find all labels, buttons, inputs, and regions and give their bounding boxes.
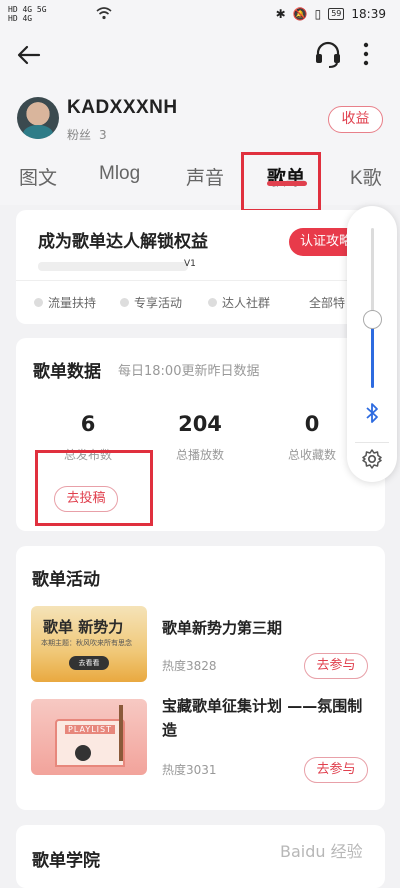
feature-item[interactable]: 专享活动 — [120, 294, 182, 311]
volume-panel — [347, 206, 397, 482]
top-bar — [0, 30, 400, 85]
avatar[interactable] — [17, 97, 59, 139]
join-button[interactable]: 去参与 — [304, 653, 368, 679]
activity-heat: 热度3828 — [162, 659, 217, 673]
activities-card: 歌单活动 歌单 新势力 本期主题：秋风吹来所有思念 去看看 歌单新势力第三期 热… — [16, 546, 385, 810]
feature-label: 专享活动 — [134, 296, 183, 310]
community-icon — [208, 298, 217, 307]
feature-item[interactable]: 流量扶持 — [34, 294, 96, 311]
more-options-icon[interactable] — [355, 38, 377, 70]
stat-plays-label: 总播放数 — [175, 448, 224, 462]
status-right: ✱ 🔕 ▯ 59 18:39 — [276, 7, 386, 21]
thumb-button: 去看看 — [69, 656, 109, 670]
activities-title: 歌单活动 — [32, 570, 100, 590]
feature-label: 达人社群 — [222, 296, 271, 310]
clock: 18:39 — [351, 7, 386, 21]
bluetooth-icon[interactable] — [362, 402, 382, 428]
palm-tree-icon — [119, 705, 123, 761]
vinyl-icon — [75, 745, 91, 761]
data-subtitle: 每日18:00更新昨日数据 — [118, 364, 260, 379]
activity-title[interactable]: 歌单新势力第三期 — [162, 616, 377, 640]
feature-item[interactable]: 全部特 — [309, 294, 345, 311]
expert-title: 成为歌单达人解锁权益 — [38, 232, 208, 252]
wifi-icon — [96, 7, 112, 23]
thumb-subtitle: 本期主题：秋风吹来所有思念 — [41, 639, 132, 647]
fans-count: 粉丝 3 — [67, 126, 107, 143]
activity-heat: 热度3031 — [162, 763, 217, 777]
expert-card: 成为歌单达人解锁权益 认证攻略 V1 流量扶持 专享活动 达人社群 全部特 — [16, 210, 385, 324]
tab-karaoke[interactable]: K歌 — [350, 163, 382, 190]
bluetooth-icon: ✱ — [275, 7, 286, 21]
profile-header: KADXXXNH 粉丝 3 收益 — [0, 85, 400, 155]
volume-slider-handle[interactable] — [363, 310, 382, 329]
fans-label: 粉丝 — [67, 128, 92, 142]
join-button[interactable]: 去参与 — [304, 757, 368, 783]
highlight-box-tab — [241, 152, 321, 212]
highlight-box-submit — [35, 450, 153, 526]
content-tabs: 图文 Mlog 声音 歌单 K歌 — [0, 155, 400, 205]
level-label: V1 — [184, 259, 196, 269]
signal-line-1: HD 4G 5G — [8, 5, 47, 14]
data-title: 歌单数据 — [33, 362, 101, 382]
stat-favorites-label: 总收藏数 — [287, 448, 336, 462]
tab-mlog[interactable]: Mlog — [99, 163, 140, 185]
academy-title: 歌单学院 — [32, 851, 100, 871]
divider — [355, 442, 389, 443]
income-button[interactable]: 收益 — [328, 106, 383, 133]
feature-item[interactable]: 达人社群 — [208, 294, 270, 311]
signal-indicators: HD 4G 5G HD 4G — [8, 5, 47, 23]
signal-line-2: HD 4G — [8, 14, 33, 23]
volume-fill — [371, 319, 374, 388]
thumb-title: 歌单 新势力 — [43, 618, 124, 636]
feature-label: 流量扶持 — [48, 296, 97, 310]
back-arrow-icon[interactable] — [14, 40, 44, 70]
activity-thumbnail[interactable]: PLAYLIST — [31, 699, 147, 775]
status-bar: HD 4G 5G HD 4G ✱ 🔕 ▯ 59 18:39 — [0, 0, 400, 30]
tab-graphic[interactable]: 图文 — [19, 163, 57, 190]
activity-title[interactable]: 宝藏歌单征集计划 ——氛围制造 — [162, 694, 377, 742]
traffic-icon — [34, 298, 43, 307]
activity-thumbnail[interactable]: 歌单 新势力 本期主题：秋风吹来所有思念 去看看 — [31, 606, 147, 682]
settings-gear-icon[interactable] — [361, 448, 383, 474]
stat-favorites-value: 0 — [304, 412, 320, 436]
vibrate-icon: ▯ — [314, 7, 322, 21]
activity-icon — [120, 298, 129, 307]
thumb-playlist-label: PLAYLIST — [65, 725, 115, 734]
tab-audio[interactable]: 声音 — [186, 163, 224, 190]
battery-icon: 59 — [328, 8, 345, 20]
headset-icon[interactable] — [312, 38, 344, 70]
divider — [16, 280, 385, 281]
mute-icon: 🔕 — [292, 7, 308, 21]
level-progress-bar — [38, 262, 188, 271]
username: KADXXXNH — [67, 97, 178, 118]
watermark: Baidu 经验 — [280, 842, 363, 861]
fans-value: 3 — [99, 128, 107, 142]
stat-plays-value: 204 — [178, 412, 222, 436]
feature-label: 全部特 — [309, 296, 346, 310]
stat-published-value: 6 — [80, 412, 96, 436]
